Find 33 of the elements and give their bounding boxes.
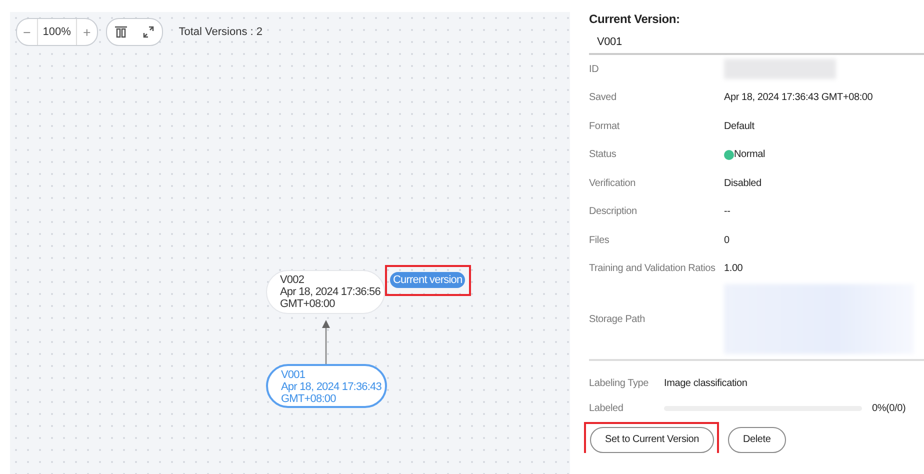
field-label: Storage Path [589,314,646,324]
action-button[interactable]: Set to Current Version [590,426,714,452]
panel-title: Current Version: [589,12,681,26]
field-value: Disabled [724,178,762,189]
zoom-in-button[interactable]: + [76,19,97,45]
version-tab[interactable]: V001 [589,32,924,55]
field-label: ID [589,64,600,75]
status-text: Normal [734,149,766,160]
field-value: Default [724,120,754,132]
field-value: 1.00 [724,263,743,274]
field-label: Saved [589,92,618,104]
field-label: Status [589,149,618,160]
field-label: Labeling Type [589,378,650,389]
progress-reading: 0%(0/0) [872,403,906,414]
field-label: Format [589,120,621,132]
field-label: Labeled [589,403,624,414]
field-label: Description [589,206,638,218]
field-value: Image classification [664,378,748,389]
action-button[interactable]: Delete [728,426,786,452]
arrow [320,318,332,364]
field-label: Training and Validation Ratios [589,263,716,274]
field-value: Apr 18, 2024 17:36:43 GMT+08:00 [724,92,873,104]
version-node[interactable]: V002 Apr 18, 2024 17:36:56 GMT+08:00 [266,270,386,314]
field-label: Files [589,234,610,246]
field-value: 0 [724,234,730,246]
field-label: Verification [589,178,637,189]
zoom-level: 100% [36,19,77,45]
zoom-out-button[interactable]: − [17,19,37,45]
field-value: -- [724,206,730,218]
expand-icon [142,26,155,38]
total-versions: Total Versions : 2 [178,26,263,38]
current-version-badge: Current version [390,272,466,288]
align-top-icon [114,26,128,38]
